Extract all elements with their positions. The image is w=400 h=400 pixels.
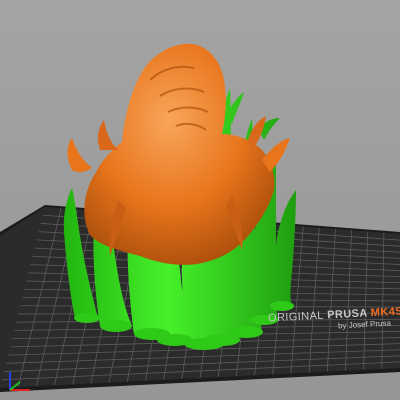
bed-model-name: MK4S — [370, 305, 400, 320]
3d-viewport[interactable]: ORIGINAL PRUSA MK4S by Josef Prusa — [0, 0, 400, 400]
scene-canvas[interactable] — [0, 0, 400, 400]
model-arm-left-2 — [97, 120, 118, 150]
model-arm-left — [67, 138, 92, 173]
